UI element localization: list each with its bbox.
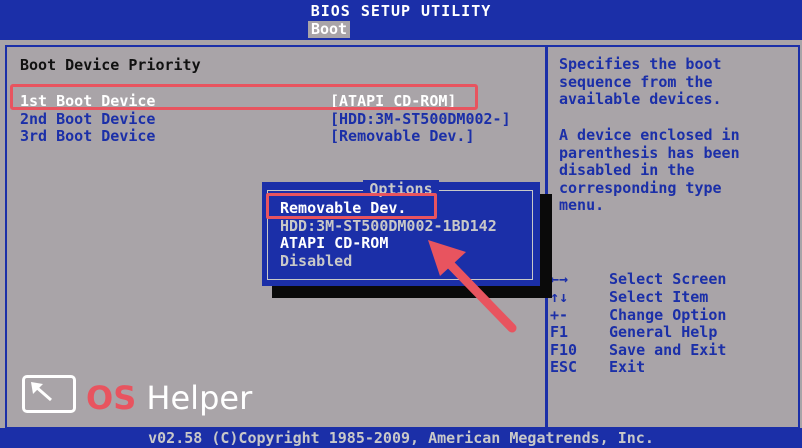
logo-text: OS Helper [86, 379, 252, 417]
key-hint-exit: ESC Exit [550, 358, 790, 376]
option-atapi-cd-rom[interactable]: ATAPI CD-ROM [280, 234, 388, 252]
key-desc: Select Item [609, 288, 709, 306]
key-label: F10 [550, 341, 578, 359]
key-label: ↑↓ [550, 288, 569, 306]
key-desc: Select Screen [609, 270, 727, 288]
logo-cursor-icon [22, 375, 76, 413]
key-label: ESC [550, 358, 578, 376]
section-title: Boot Device Priority [20, 56, 201, 74]
logo-os: OS [86, 379, 137, 417]
key-label: ←→ [550, 270, 569, 288]
help-text-note: A device enclosed in parenthesis has bee… [559, 126, 740, 215]
app-title: BIOS SETUP UTILITY [310, 2, 492, 20]
boot-row-3rd[interactable]: 3rd Boot Device [Removable Dev.] [20, 127, 530, 145]
boot-row-2nd[interactable]: 2nd Boot Device [HDD:3M-ST500DM002-] [20, 110, 530, 128]
logo-helper: Helper [146, 379, 253, 417]
title-bar: BIOS SETUP UTILITY Boot [0, 0, 802, 40]
key-desc: Change Option [609, 306, 727, 324]
boot-row-value[interactable]: [Removable Dev.] [330, 127, 475, 145]
key-hint-general-help: F1 General Help [550, 323, 790, 341]
key-desc: Save and Exit [609, 341, 727, 359]
key-desc: Exit [609, 358, 646, 376]
help-text-description: Specifies the boot sequence from the ava… [559, 55, 722, 109]
key-hint-save-exit: F10 Save and Exit [550, 341, 790, 359]
key-hint-select-screen: ←→ Select Screen [550, 270, 790, 288]
boot-row-value[interactable]: [HDD:3M-ST500DM002-] [330, 110, 511, 128]
footer-bar: v02.58 (C)Copyright 1985-2009, American … [0, 428, 802, 448]
watermark-logo: OS Helper [22, 375, 272, 421]
copyright-text: v02.58 (C)Copyright 1985-2009, American … [148, 429, 654, 447]
option-highlight [266, 193, 437, 219]
boot-row-label: 2nd Boot Device [20, 110, 156, 128]
boot-row-label: 3rd Boot Device [20, 127, 156, 145]
selected-row-highlight [10, 84, 478, 110]
annotation-arrow-icon [428, 240, 517, 333]
key-desc: General Help [609, 323, 718, 341]
option-disabled[interactable]: Disabled [280, 252, 352, 270]
key-label: +- [550, 306, 569, 324]
tab-boot[interactable]: Boot [308, 21, 350, 38]
key-hint-change-option: +- Change Option [550, 306, 790, 324]
key-label: F1 [550, 323, 569, 341]
key-hint-select-item: ↑↓ Select Item [550, 288, 790, 306]
